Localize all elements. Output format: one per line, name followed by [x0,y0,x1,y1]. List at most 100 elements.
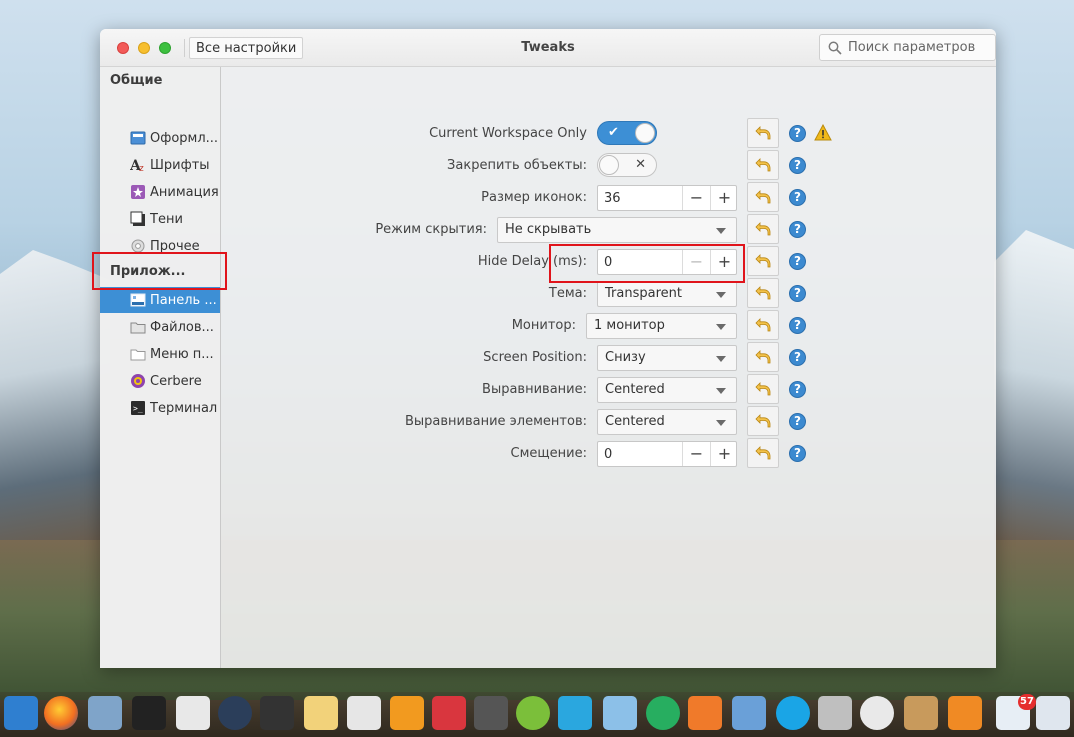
reset-button[interactable] [747,118,779,148]
sidebar-item-cerbere[interactable]: Cerbere [100,368,220,394]
setting-row-screen-position: Screen Position: Снизу ? [221,342,996,372]
app-center-icon[interactable] [688,696,722,730]
icon-size-input[interactable] [598,186,682,210]
search-box[interactable] [819,34,996,61]
desktop-mountain-left [0,250,110,550]
shutter-icon[interactable] [218,696,252,730]
sidebar-item-files[interactable]: Файлов... [100,314,220,340]
sidebar-item-terminal[interactable]: >_ Терминал [100,395,220,421]
search-input[interactable] [848,40,988,55]
cards-icon[interactable] [1036,696,1070,730]
decrement-button[interactable]: − [682,250,710,274]
help-icon[interactable]: ? [789,253,806,270]
screen-position-dropdown[interactable]: Снизу [597,345,737,371]
sidebar-item-appearance[interactable]: Оформл... [100,125,220,151]
reset-button[interactable] [747,374,779,404]
reset-button[interactable] [747,342,779,372]
settings-switch-icon[interactable] [732,696,766,730]
setting-label: Выравнивание: [482,382,587,397]
system-monitor-icon[interactable]: 57 [996,694,1036,730]
lock-items-toggle[interactable]: ✕ [597,153,657,177]
setting-label: Выравнивание элементов: [404,414,587,429]
music-icon[interactable] [390,696,424,730]
updater-icon[interactable] [948,696,982,730]
workspaces-icon[interactable] [4,696,38,730]
hide-delay-input[interactable] [598,250,682,274]
help-icon[interactable]: ? [789,157,806,174]
calendar-icon[interactable] [347,696,381,730]
increment-button[interactable]: + [710,186,738,210]
help-icon[interactable]: ? [789,413,806,430]
setting-label: Размер иконок: [481,190,587,205]
warning-icon [814,124,832,141]
sidebar-item-label: Шрифты [150,157,210,173]
undo-icon [755,222,771,236]
sidebar-item-animation[interactable]: Анимация [100,179,220,205]
reset-button[interactable] [747,214,779,244]
image-viewer-icon[interactable] [603,696,637,730]
reset-button[interactable] [747,406,779,436]
folder-icon [130,319,146,335]
current-workspace-toggle[interactable]: ✔ [597,121,657,145]
svg-text:>_: >_ [133,404,143,413]
help-icon[interactable]: ? [789,317,806,334]
reset-button[interactable] [747,278,779,308]
terminal-dock-icon[interactable] [132,696,166,730]
reset-button[interactable] [747,182,779,212]
search-icon [828,41,842,55]
decrement-button[interactable]: − [682,186,710,210]
offset-input[interactable] [598,442,682,466]
sync-icon[interactable] [646,696,680,730]
sidebar-item-misc[interactable]: Прочее [100,233,220,259]
sidebar-item-label: Cerbere [150,373,202,389]
undo-icon [755,382,771,396]
media-player-icon[interactable] [516,696,550,730]
home-folder-icon[interactable] [818,696,852,730]
help-icon[interactable]: ? [789,445,806,462]
files-icon[interactable] [88,696,122,730]
reset-button[interactable] [747,246,779,276]
desktop-mountain-right [994,230,1074,550]
setting-row-icon-size: Размер иконок: − + ? [221,182,996,212]
help-icon[interactable]: ? [789,221,806,238]
appearance-icon [130,130,146,146]
dropdown-value: Centered [605,414,665,429]
hide-mode-dropdown[interactable]: Не скрывать [497,217,737,243]
archive-icon[interactable] [904,696,938,730]
items-alignment-dropdown[interactable]: Centered [597,409,737,435]
setting-label: Режим скрытия: [375,222,487,237]
video-icon[interactable] [432,696,466,730]
theme-dropdown[interactable]: Transparent [597,281,737,307]
alignment-dropdown[interactable]: Centered [597,377,737,403]
sidebar-item-menu[interactable]: Меню п... [100,341,220,367]
reset-button[interactable] [747,438,779,468]
sidebar-item-panel[interactable]: Панель ... [100,287,220,313]
toggle-knob [635,123,655,143]
skype-icon[interactable] [776,696,810,730]
dock: 57 [0,692,1074,737]
mail-icon[interactable] [304,696,338,730]
screenshot-icon[interactable] [260,696,294,730]
sidebar-item-label: Панель ... [150,292,217,308]
increment-button[interactable]: + [710,442,738,466]
help-icon[interactable]: ? [789,349,806,366]
text-editor-icon[interactable] [176,696,210,730]
help-icon[interactable]: ? [789,285,806,302]
help-icon[interactable]: ? [789,189,806,206]
monitor-dropdown[interactable]: 1 монитор [586,313,737,339]
setting-label: Закрепить объекты: [447,158,587,173]
sidebar-item-shadows[interactable]: Тени [100,206,220,232]
help-icon[interactable]: ? [789,125,806,142]
sidebar-item-fonts[interactable]: Az Шрифты [100,152,220,178]
help-icon[interactable]: ? [789,381,806,398]
camera-icon[interactable] [474,696,508,730]
undo-icon [755,350,771,364]
setting-row-monitor: Монитор: 1 монитор ? [221,310,996,340]
decrement-button[interactable]: − [682,442,710,466]
reset-button[interactable] [747,150,779,180]
reset-button[interactable] [747,310,779,340]
tv-icon[interactable] [558,696,592,730]
firefox-icon[interactable] [44,696,78,730]
increment-button[interactable]: + [710,250,738,274]
tasks-icon[interactable] [860,696,894,730]
